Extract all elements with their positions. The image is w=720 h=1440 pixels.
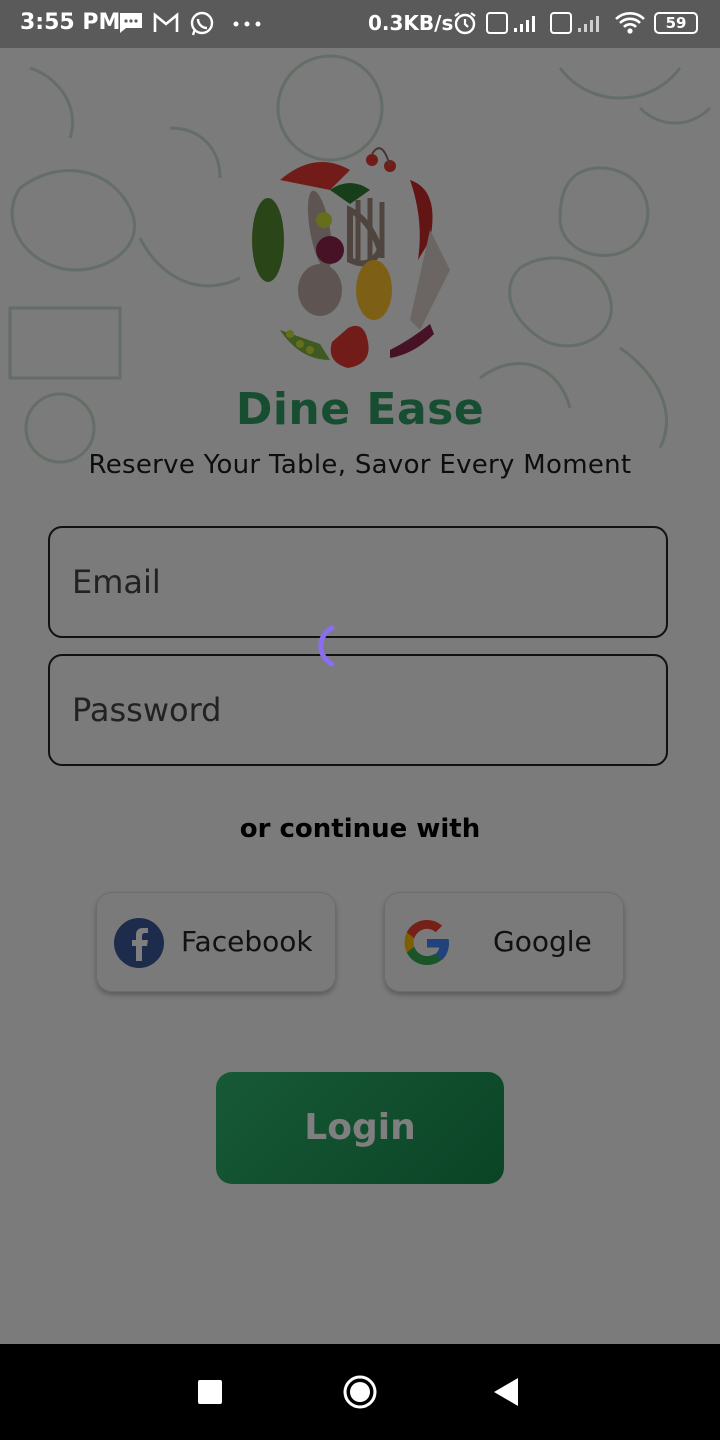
login-button[interactable]: Login [216, 1072, 504, 1184]
home-icon[interactable] [342, 1374, 378, 1410]
whatsapp-icon [190, 11, 214, 36]
app-title: Dine Ease [235, 384, 485, 435]
facebook-icon [114, 918, 164, 968]
app-tagline: Reserve Your Table, Savor Every Moment [88, 450, 632, 480]
signal-icon [550, 12, 599, 34]
recent-apps-icon[interactable] [198, 1380, 222, 1404]
email-field[interactable] [48, 526, 668, 638]
google-icon [404, 920, 449, 965]
more-icon [233, 21, 261, 27]
facebook-login-button[interactable]: Facebook [96, 892, 336, 992]
message-icon [120, 13, 142, 33]
email-input[interactable] [50, 528, 632, 636]
gmail-icon [153, 12, 179, 32]
password-field[interactable] [48, 654, 668, 766]
battery-icon: 59 [654, 12, 698, 34]
back-icon[interactable] [492, 1376, 520, 1408]
google-label: Google [493, 925, 592, 958]
wifi-icon [615, 12, 645, 34]
alarm-icon [454, 12, 476, 35]
status-time: 3:55 PM [20, 10, 121, 35]
app-logo [252, 147, 450, 368]
network-speed: 0.3KB/s [368, 11, 454, 35]
battery-level: 59 [665, 14, 687, 32]
status-bar: 3:55 PM 0.3KB/s 59 [0, 0, 720, 48]
loading-spinner-icon [318, 625, 335, 667]
navigation-bar [0, 1344, 720, 1440]
volte-icon [486, 12, 535, 34]
login-screen: Dine Ease Reserve Your Table, Savor Ever… [0, 48, 720, 1344]
google-login-button[interactable]: Google [384, 892, 624, 992]
facebook-label: Facebook [181, 925, 313, 958]
password-input[interactable] [50, 656, 632, 764]
or-continue-with-label: or continue with [239, 814, 481, 844]
